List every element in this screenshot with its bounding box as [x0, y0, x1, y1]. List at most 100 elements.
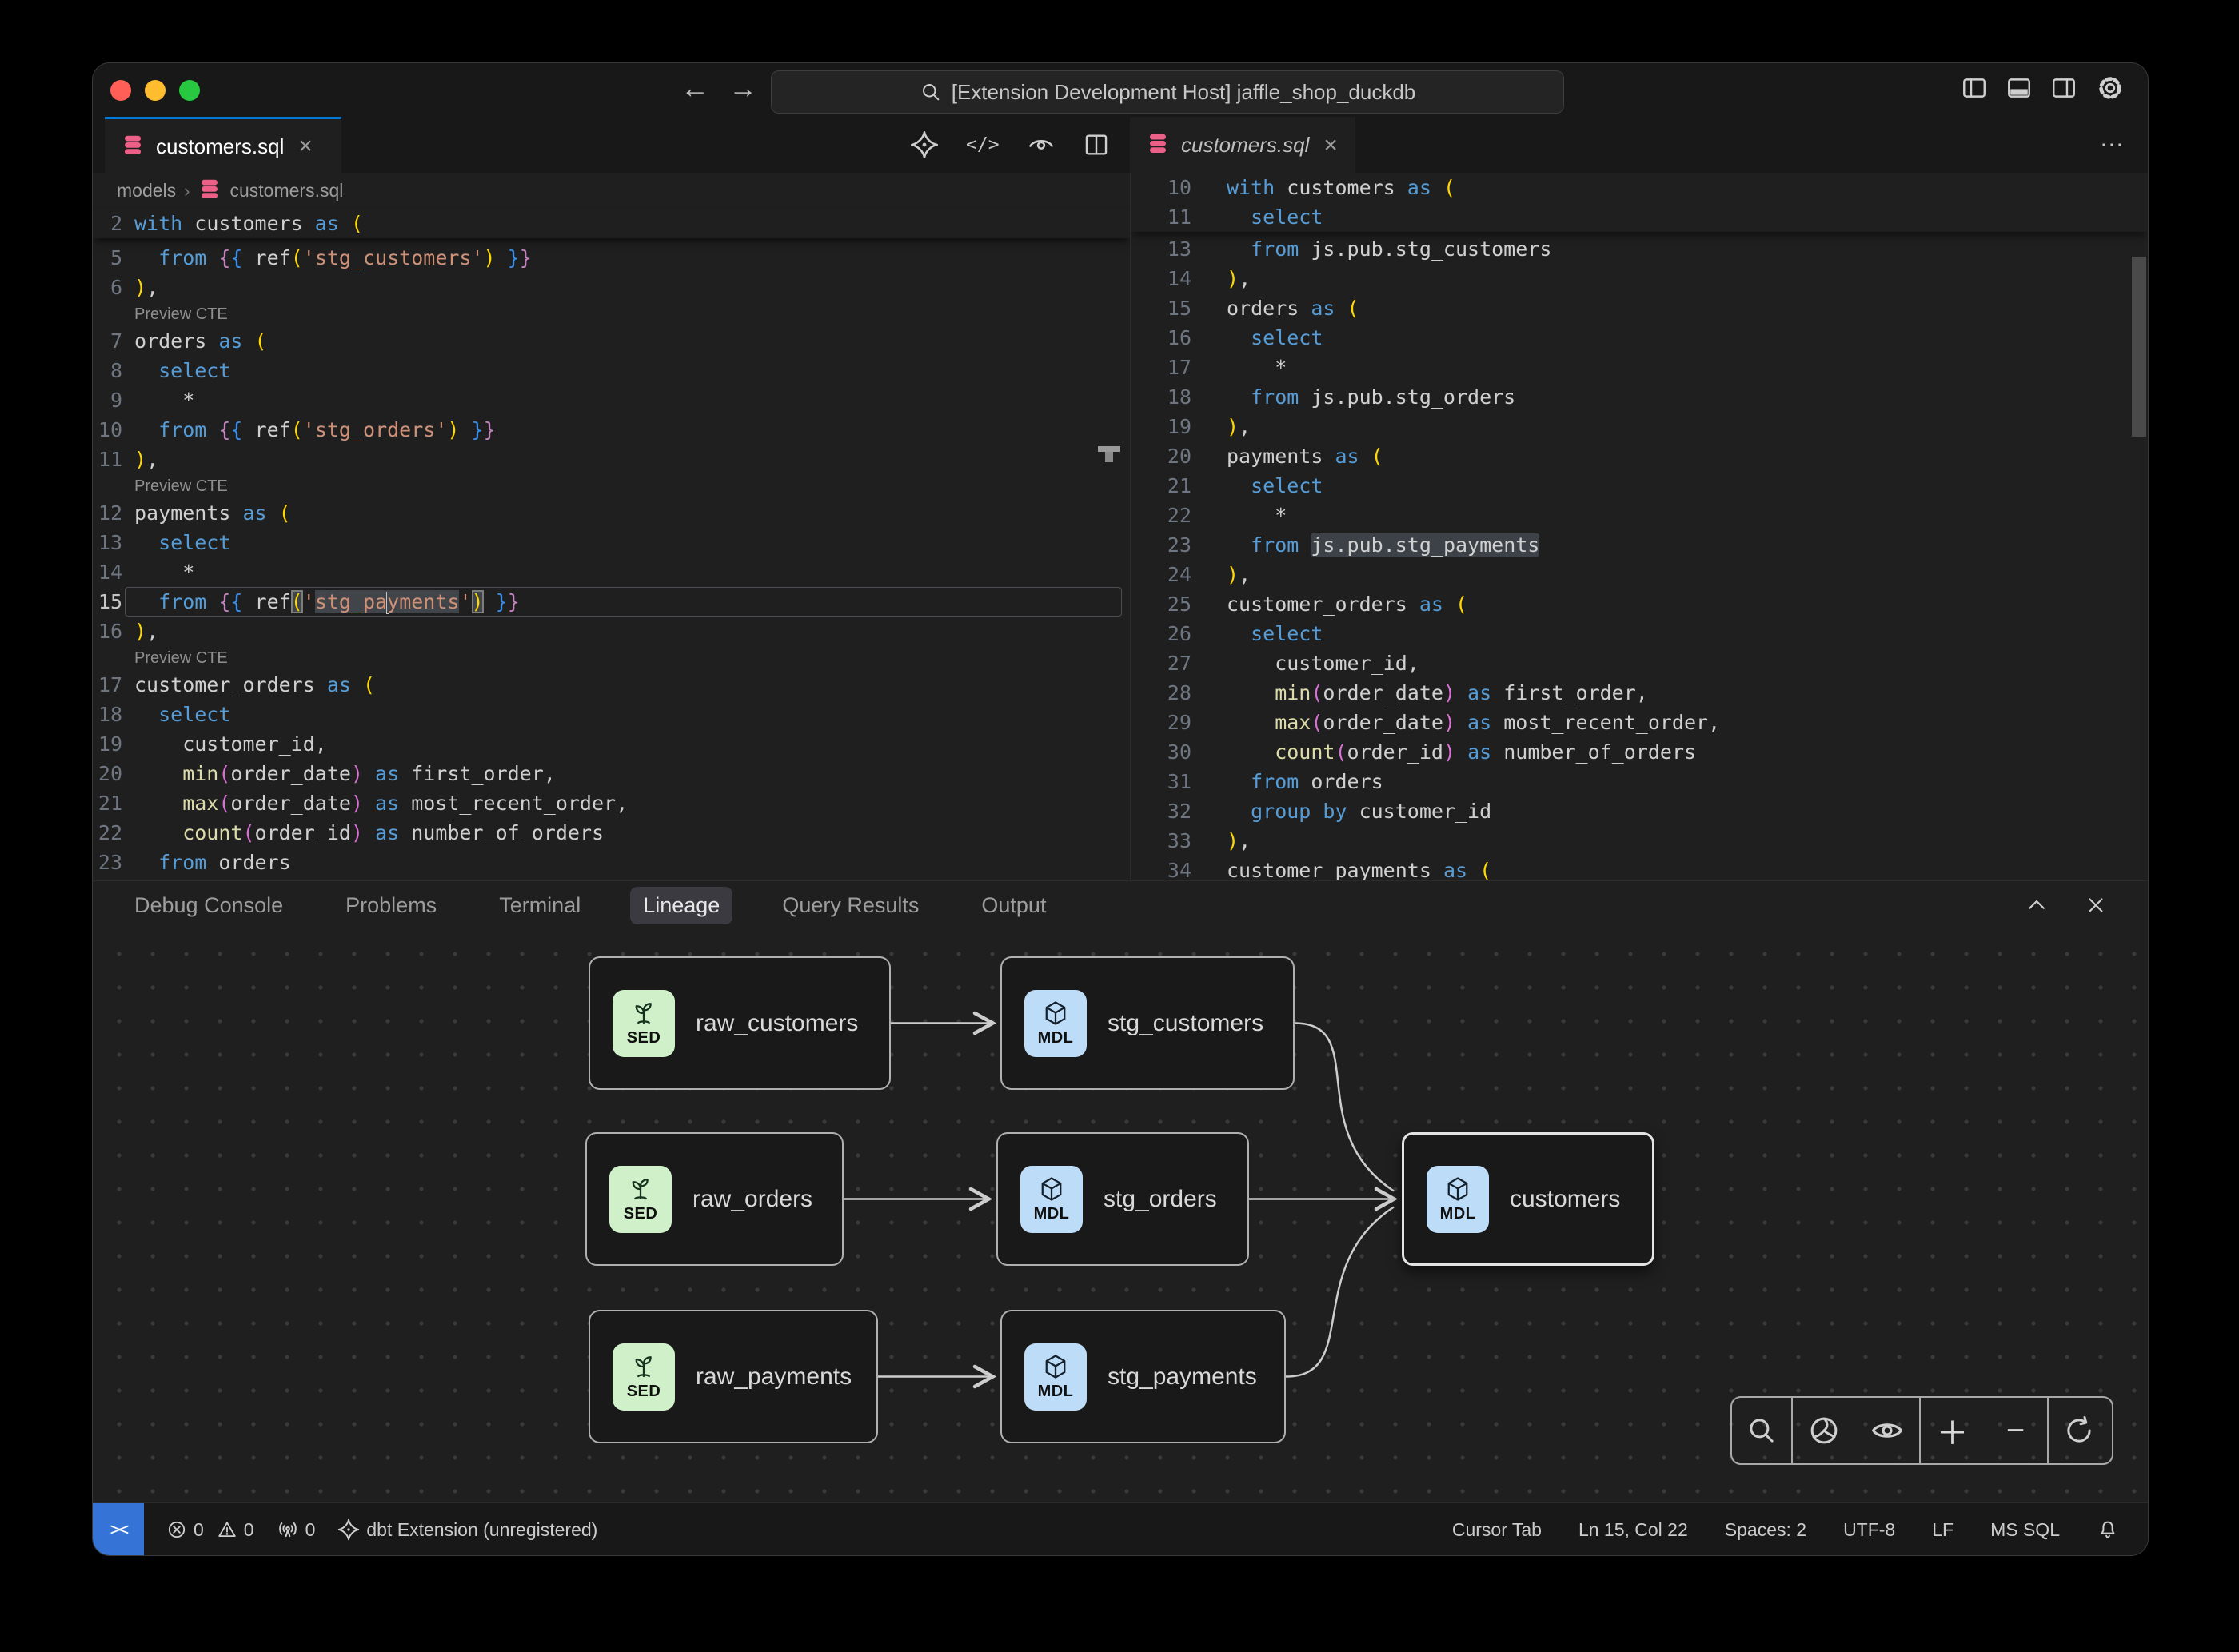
- codelens-link[interactable]: Preview CTE: [93, 474, 1130, 498]
- dbt-extension-status[interactable]: dbt Extension (unregistered): [337, 1518, 597, 1541]
- code-line[interactable]: 7orders as (: [93, 326, 1130, 356]
- cursor-position-status[interactable]: Ln 15, Col 22: [1578, 1519, 1688, 1541]
- code-line[interactable]: 11 select: [1131, 202, 2148, 232]
- code-line[interactable]: 10with customers as (: [1131, 173, 2148, 202]
- code-line[interactable]: 29 max(order_date) as most_recent_order,: [1131, 708, 2148, 737]
- encoding-status[interactable]: UTF-8: [1843, 1519, 1895, 1541]
- codelens-link[interactable]: Preview CTE: [93, 302, 1130, 326]
- code-line[interactable]: 32 group by customer_id: [1131, 796, 2148, 826]
- code-line[interactable]: 30 count(order_id) as number_of_orders: [1131, 737, 2148, 767]
- code-line[interactable]: 19),: [1131, 412, 2148, 441]
- macos-minimize-button[interactable]: [145, 80, 166, 101]
- code-line[interactable]: 18 select: [93, 700, 1130, 729]
- lineage-node-stg_orders[interactable]: MDLstg_orders: [996, 1132, 1249, 1266]
- code-line[interactable]: 28 min(order_date) as first_order,: [1131, 678, 2148, 708]
- close-panel-icon[interactable]: [2084, 893, 2108, 917]
- code-line[interactable]: 21 max(order_date) as most_recent_order,: [93, 788, 1130, 818]
- panel-tab-lineage[interactable]: Lineage: [630, 887, 732, 924]
- split-editor-icon[interactable]: [1083, 131, 1110, 158]
- code-line[interactable]: 34customer_payments as (: [1131, 856, 2148, 880]
- code-line[interactable]: 17 *: [1131, 353, 2148, 382]
- lineage-node-stg_customers[interactable]: MDLstg_customers: [1000, 956, 1295, 1090]
- problems-status[interactable]: 0 0: [166, 1519, 254, 1541]
- code-line[interactable]: 22 count(order_id) as number_of_orders: [93, 818, 1130, 848]
- tab-customers-sql-left[interactable]: customers.sql ×: [105, 117, 341, 174]
- code-line[interactable]: 5 from {{ ref('stg_customers') }}: [93, 243, 1130, 273]
- code-line[interactable]: 25customer_orders as (: [1131, 589, 2148, 619]
- code-line[interactable]: 6),: [93, 273, 1130, 302]
- code-line[interactable]: 31 from orders: [1131, 767, 2148, 796]
- code-line[interactable]: 14),: [1131, 264, 2148, 293]
- eol-status[interactable]: LF: [1932, 1519, 1954, 1541]
- tab-close-icon[interactable]: ×: [1323, 132, 1338, 159]
- code-line[interactable]: 27 customer_id,: [1131, 648, 2148, 678]
- snapshot-aperture-icon[interactable]: [1807, 1414, 1841, 1447]
- code-line[interactable]: 33),: [1131, 826, 2148, 856]
- code-line[interactable]: 12payments as (: [93, 498, 1130, 528]
- cursor-tab-status[interactable]: Cursor Tab: [1452, 1519, 1542, 1541]
- macos-zoom-button[interactable]: [179, 80, 200, 101]
- code-line[interactable]: 24),: [1131, 560, 2148, 589]
- panel-tab-output[interactable]: Output: [968, 887, 1059, 924]
- toggle-secondary-sidebar-icon[interactable]: [2050, 74, 2077, 102]
- code-line[interactable]: 14 *: [93, 557, 1130, 587]
- code-line[interactable]: 17customer_orders as (: [93, 670, 1130, 700]
- code-line[interactable]: 13 from js.pub.stg_customers: [1131, 234, 2148, 264]
- preview-eye-icon[interactable]: [1027, 130, 1056, 159]
- code-line[interactable]: 10 from {{ ref('stg_orders') }}: [93, 415, 1130, 445]
- ports-status[interactable]: 0: [277, 1518, 316, 1541]
- code-line[interactable]: 16),: [93, 617, 1130, 646]
- dbt-action-icon[interactable]: [910, 130, 939, 159]
- editor-source-sql[interactable]: models › customers.sql 2with customers a…: [93, 173, 1130, 880]
- command-center-search[interactable]: [Extension Development Host] jaffle_shop…: [771, 70, 1564, 114]
- maximize-panel-icon[interactable]: [2025, 893, 2049, 917]
- code-line[interactable]: 2with customers as (: [93, 209, 1130, 238]
- code-line[interactable]: 20 min(order_date) as first_order,: [93, 759, 1130, 788]
- breadcrumb[interactable]: models › customers.sql: [93, 173, 1130, 209]
- code-line[interactable]: 22 *: [1131, 501, 2148, 530]
- code-line[interactable]: 21 select: [1131, 471, 2148, 501]
- code-line[interactable]: 18 from js.pub.stg_orders: [1131, 382, 2148, 412]
- code-line[interactable]: 11),: [93, 445, 1130, 474]
- navigate-back-button[interactable]: ←: [679, 71, 711, 105]
- panel-tab-debug-console[interactable]: Debug Console: [122, 887, 296, 924]
- toggle-panel-icon[interactable]: [2006, 74, 2033, 102]
- breadcrumb-folder[interactable]: models: [117, 180, 176, 202]
- code-line-current[interactable]: 15 from {{ ref('stg_payments') }}: [93, 587, 1130, 617]
- language-mode-status[interactable]: MS SQL: [1990, 1519, 2060, 1541]
- code-line[interactable]: 16 select: [1131, 323, 2148, 353]
- panel-tab-terminal[interactable]: Terminal: [486, 887, 593, 924]
- code-line[interactable]: 15orders as (: [1131, 293, 2148, 323]
- more-actions-icon[interactable]: ⋯: [2100, 131, 2125, 159]
- zoom-out-icon[interactable]: −: [1996, 1413, 2036, 1449]
- tab-customers-sql-right[interactable]: customers.sql ×: [1130, 117, 1355, 174]
- code-line[interactable]: 23 from js.pub.stg_payments: [1131, 530, 2148, 560]
- panel-tab-problems[interactable]: Problems: [333, 887, 449, 924]
- navigate-forward-button[interactable]: →: [727, 71, 759, 105]
- remote-indicator[interactable]: ><: [93, 1503, 144, 1556]
- toggle-primary-sidebar-icon[interactable]: [1961, 74, 1988, 102]
- notifications-bell-icon[interactable]: [2097, 1518, 2119, 1541]
- tab-close-icon[interactable]: ×: [298, 133, 313, 160]
- lineage-node-stg_payments[interactable]: MDLstg_payments: [1000, 1310, 1286, 1443]
- indentation-status[interactable]: Spaces: 2: [1725, 1519, 1806, 1541]
- code-line[interactable]: 26 select: [1131, 619, 2148, 648]
- lineage-node-raw_orders[interactable]: SEDraw_orders: [585, 1132, 844, 1266]
- code-line[interactable]: 23 from orders: [93, 848, 1130, 877]
- refresh-icon[interactable]: [2062, 1414, 2096, 1447]
- code-line[interactable]: 19 customer_id,: [93, 729, 1130, 759]
- panel-tab-query-results[interactable]: Query Results: [769, 887, 932, 924]
- compiled-code-icon[interactable]: </>: [966, 134, 1000, 155]
- lineage-node-raw_customers[interactable]: SEDraw_customers: [589, 956, 891, 1090]
- graph-search-icon[interactable]: [1745, 1414, 1778, 1447]
- code-line[interactable]: 9 *: [93, 385, 1130, 415]
- macos-close-button[interactable]: [110, 80, 131, 101]
- code-line[interactable]: 8 select: [93, 356, 1130, 385]
- zoom-in-icon[interactable]: ＋: [1933, 1407, 1973, 1454]
- lineage-node-raw_payments[interactable]: SEDraw_payments: [589, 1310, 878, 1443]
- breadcrumb-file[interactable]: customers.sql: [229, 180, 343, 202]
- codelens-link[interactable]: Preview CTE: [93, 646, 1130, 670]
- editor-compiled-sql[interactable]: 10with customers as (11 select 13 from j…: [1131, 173, 2148, 880]
- visibility-eye-icon[interactable]: [1870, 1413, 1905, 1448]
- vertical-scrollbar[interactable]: [2132, 257, 2146, 437]
